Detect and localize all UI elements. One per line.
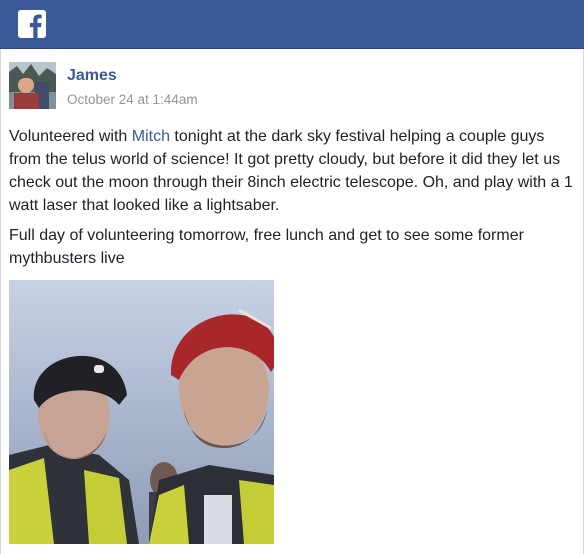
avatar[interactable] xyxy=(9,62,56,109)
author-name[interactable]: James xyxy=(67,67,117,85)
facebook-logo-icon[interactable] xyxy=(18,10,46,38)
top-bar xyxy=(0,0,584,49)
post-paragraph-1: Volunteered with Mitch tonight at the da… xyxy=(9,125,577,217)
post-card: James October 24 at 1:44am Volunteered w… xyxy=(0,49,584,554)
post-photo[interactable] xyxy=(9,280,274,544)
post-paragraph-2: Full day of volunteering tomorrow, free … xyxy=(9,227,524,267)
post-text: Volunteered with Mitch tonight at the da… xyxy=(9,125,577,277)
mention-link[interactable]: Mitch xyxy=(132,128,170,145)
post-timestamp[interactable]: October 24 at 1:44am xyxy=(67,92,198,107)
post-text-start: Volunteered with xyxy=(9,128,132,145)
